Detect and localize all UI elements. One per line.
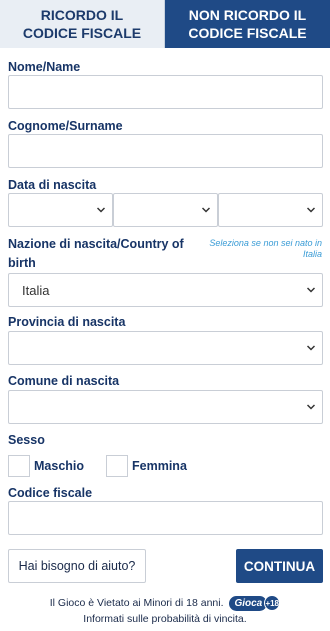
fiscal-code-label: Codice fiscale	[8, 486, 93, 500]
comune-label: Comune di nascita	[8, 374, 120, 388]
help-button[interactable]: Hai bisogno di aiuto?	[8, 549, 146, 583]
birth-day-select[interactable]	[8, 193, 113, 227]
birth-year-select[interactable]	[218, 193, 323, 227]
female-checkbox[interactable]	[106, 455, 129, 477]
name-input[interactable]	[8, 75, 323, 109]
footer-line-1: Il Gioco è Vietato ai Minori di 18 anni.…	[0, 595, 330, 611]
continue-button-label: CONTINUA	[243, 558, 316, 574]
male-label: Maschio	[34, 459, 85, 473]
surname-label: Cognome/Surname	[8, 119, 123, 133]
country-select-value: Italia	[22, 282, 50, 298]
province-select[interactable]	[8, 331, 323, 365]
gioca-logo: Gioca	[229, 595, 268, 611]
birthdate-label: Data di nascita	[8, 178, 97, 192]
province-label: Provincia di nascita	[8, 315, 126, 329]
tab-ricordo-label: RICORDO IL CODICE FISCALE	[22, 7, 142, 41]
sex-options: Maschio Femmina	[8, 454, 187, 478]
country-helper-text: Seleziona se non sei nato in Italia	[209, 238, 322, 259]
footer-odds-link[interactable]: Informati sulle probabilità di vincita.	[0, 613, 330, 625]
chevron-down-icon	[202, 206, 210, 214]
continue-button[interactable]: CONTINUA	[236, 549, 323, 583]
chevron-down-icon	[307, 403, 315, 411]
sex-label: Sesso	[8, 433, 45, 447]
female-label: Femmina	[132, 459, 187, 473]
chevron-down-icon	[307, 286, 315, 294]
age-18-icon: +18	[264, 595, 281, 611]
surname-input[interactable]	[8, 134, 323, 168]
footer-age-warning: Il Gioco è Vietato ai Minori di 18 anni.	[49, 596, 224, 609]
chevron-down-icon	[307, 206, 315, 214]
country-label-line2: birth	[8, 256, 36, 270]
tab-bar: RICORDO IL CODICE FISCALE NON RICORDO IL…	[0, 0, 330, 48]
name-label: Nome/Name	[8, 60, 81, 74]
comune-select[interactable]	[8, 390, 323, 424]
tab-non-ricordo-label: NON RICORDO IL CODICE FISCALE	[188, 7, 307, 41]
male-checkbox[interactable]	[8, 455, 30, 477]
chevron-down-icon	[307, 344, 315, 352]
gioca-responsabile-badge[interactable]: Gioca +18	[229, 595, 281, 611]
country-label-line1: Nazione di nascita/Country of	[8, 237, 184, 251]
fiscal-code-input[interactable]	[8, 501, 323, 535]
tab-non-ricordo[interactable]: NON RICORDO IL CODICE FISCALE	[165, 0, 330, 48]
birth-month-select[interactable]	[113, 193, 218, 227]
country-select[interactable]: Italia	[8, 273, 323, 307]
chevron-down-icon	[97, 206, 105, 214]
tab-ricordo[interactable]: RICORDO IL CODICE FISCALE	[0, 0, 165, 48]
help-button-label: Hai bisogno di aiuto?	[18, 559, 136, 573]
